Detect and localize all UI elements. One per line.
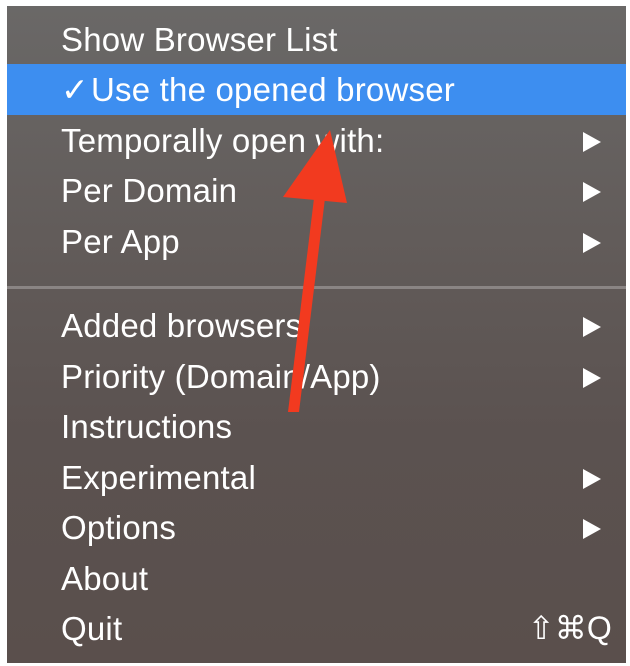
- menu-item-per-app[interactable]: Per App: [7, 216, 626, 267]
- menu-item-per-domain[interactable]: Per Domain: [7, 165, 626, 216]
- menu-item-show-browser-list[interactable]: Show Browser List: [7, 14, 626, 65]
- menu-separator: [7, 286, 626, 289]
- menu-item-label: Temporally open with:: [61, 122, 385, 159]
- menu-item-added-browsers[interactable]: Added browsers: [7, 300, 626, 351]
- menu-item-label: Priority (Domain/App): [61, 358, 381, 395]
- menu-item-label: Experimental: [61, 459, 256, 496]
- menu-item-experimental[interactable]: Experimental: [7, 452, 626, 503]
- menu-item-label: Options: [61, 509, 177, 546]
- submenu-arrow-icon: [583, 317, 601, 337]
- menu-item-label: Per Domain: [61, 172, 238, 209]
- menu-item-label: Use the opened browser: [91, 71, 455, 108]
- menu-item-about[interactable]: About: [7, 553, 626, 604]
- menu-item-label: Show Browser List: [61, 21, 338, 58]
- submenu-arrow-icon: [583, 233, 601, 253]
- menu-item-instructions[interactable]: Instructions: [7, 401, 626, 452]
- context-menu: Show Browser List ✓ Use the opened brows…: [7, 6, 626, 663]
- menu-item-options[interactable]: Options: [7, 502, 626, 553]
- menu-item-quit[interactable]: Quit ⇧⌘Q: [7, 603, 626, 654]
- submenu-arrow-icon: [583, 182, 601, 202]
- menu-item-label: Added browsers: [61, 307, 303, 344]
- submenu-arrow-icon: [583, 132, 601, 152]
- menu-item-use-opened-browser[interactable]: ✓ Use the opened browser: [7, 64, 626, 115]
- submenu-arrow-icon: [583, 519, 601, 539]
- checkmark-icon: ✓: [61, 71, 89, 108]
- menu-item-label: Per App: [61, 223, 180, 260]
- keyboard-shortcut: ⇧⌘Q: [527, 610, 612, 646]
- menu-item-priority[interactable]: Priority (Domain/App): [7, 351, 626, 402]
- menu-item-label: Instructions: [61, 408, 233, 445]
- submenu-arrow-icon: [583, 368, 601, 388]
- menu-item-label: Quit: [61, 610, 123, 647]
- menu-item-temporally-open-with[interactable]: Temporally open with:: [7, 115, 626, 166]
- submenu-arrow-icon: [583, 469, 601, 489]
- menu-item-label: About: [61, 560, 149, 597]
